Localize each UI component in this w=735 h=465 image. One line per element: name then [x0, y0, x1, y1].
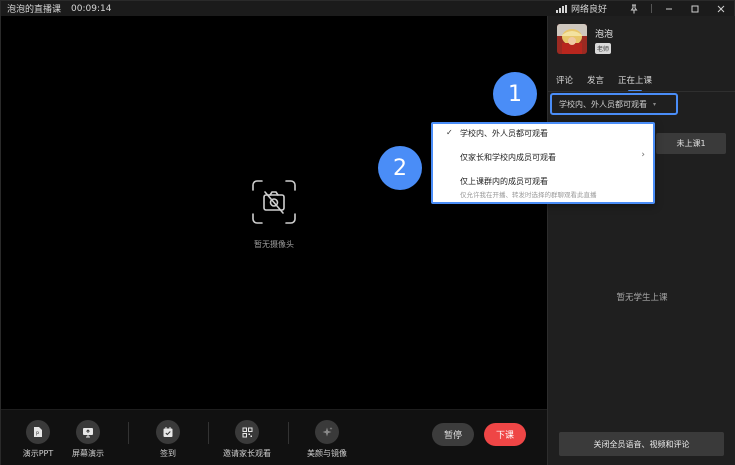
visibility-option-parents[interactable]: 仅家长和学校内成员可观看 › [433, 146, 653, 168]
title-bar-controls: 网络良好 [555, 1, 734, 16]
option-label: 学校内、外人员都可观看 [460, 129, 548, 138]
visibility-select[interactable]: 学校内、外人员都可观看 ▾ [550, 93, 678, 115]
window-title: 泡泡的直播课 [7, 5, 62, 15]
qr-code-icon [235, 420, 259, 444]
screen-share-label: 屏幕演示 [72, 449, 104, 458]
pause-button[interactable]: 暂停 [432, 423, 474, 446]
callout-2: 2 [378, 146, 422, 190]
toolbar-divider [128, 422, 129, 444]
panel-tabs: 评论 发言 正在上课 [556, 74, 652, 92]
tab-speak[interactable]: 发言 [587, 74, 604, 90]
pin-icon[interactable] [621, 1, 647, 16]
beauty-mirror-label: 美颜与镜像 [307, 449, 347, 458]
end-class-button[interactable]: 下课 [484, 423, 526, 446]
visibility-option-all[interactable]: ✓ 学校内、外人员都可观看 [433, 124, 653, 144]
callout-1: 1 [493, 72, 537, 116]
right-panel: 泡泡 老师 评论 发言 正在上课 学校内、外人员都可观看 ▾ 未上课1 暂无学生… [547, 16, 735, 465]
close-icon[interactable] [708, 1, 734, 16]
teacher-name: 泡泡 [595, 30, 614, 40]
visibility-option-group[interactable]: 仅上课群内的成员可观看 仅允许我在开播、转发时选择的群聊观看此直播 [433, 170, 653, 204]
toolbar-divider [208, 422, 209, 444]
live-timer: 00:09:14 [71, 3, 112, 14]
chevron-right-icon: › [641, 150, 645, 160]
tab-in-class[interactable]: 正在上课 [618, 74, 652, 92]
screen-share-button[interactable]: 屏幕演示 [58, 420, 118, 459]
svg-text:P: P [36, 432, 39, 438]
video-stage: 暂无摄像头 [1, 16, 547, 409]
check-icon: ✓ [446, 128, 453, 137]
check-in-icon [156, 420, 180, 444]
beauty-mirror-button[interactable]: 美颜与镜像 [297, 420, 357, 459]
network-status: 网络良好 [570, 5, 607, 15]
no-camera-label: 暂无摄像头 [254, 240, 294, 249]
check-in-button[interactable]: 签到 [138, 420, 198, 459]
caret-down-icon: ▾ [653, 100, 657, 108]
option-label: 仅家长和学校内成员可观看 [460, 153, 556, 162]
empty-students-text: 暂无学生上课 [616, 293, 668, 303]
live-class-window: 泡泡的直播课 00:09:14 网络良好 暂无摄像头 P 演示PPT 屏幕演示 … [0, 0, 735, 465]
tab-comments[interactable]: 评论 [556, 74, 573, 90]
beauty-sparkle-icon [315, 420, 339, 444]
ppt-icon: P [26, 420, 50, 444]
title-bar: 泡泡的直播课 00:09:14 网络良好 [1, 1, 734, 16]
network-signal-icon [555, 4, 567, 13]
minimize-icon[interactable] [656, 1, 682, 16]
check-in-label: 签到 [160, 449, 176, 458]
class-group-button[interactable]: 未上课1 [656, 133, 726, 154]
maximize-icon[interactable] [682, 1, 708, 16]
screen-share-icon [76, 420, 100, 444]
invite-parents-button[interactable]: 邀请家长观看 [217, 420, 277, 459]
mute-all-button[interactable]: 关闭全员语音、视频和评论 [559, 432, 724, 456]
toolbar-divider [288, 422, 289, 444]
tabs-divider [548, 91, 735, 92]
title-bar-divider [651, 4, 652, 13]
bottom-toolbar: P 演示PPT 屏幕演示 签到 邀请家长观看 美颜与镜像 暂停 下课 [1, 409, 547, 465]
no-camera-icon [251, 179, 297, 225]
option-description: 仅允许我在开播、转发时选择的群聊观看此直播 [460, 191, 597, 199]
visibility-select-value: 学校内、外人员都可观看 [559, 99, 647, 109]
invite-parents-label: 邀请家长观看 [223, 449, 271, 458]
option-label: 仅上课群内的成员可观看 [460, 177, 548, 186]
role-badge: 老师 [595, 43, 612, 54]
visibility-dropdown: ✓ 学校内、外人员都可观看 仅家长和学校内成员可观看 › 仅上课群内的成员可观看… [431, 122, 655, 204]
avatar [557, 24, 587, 54]
